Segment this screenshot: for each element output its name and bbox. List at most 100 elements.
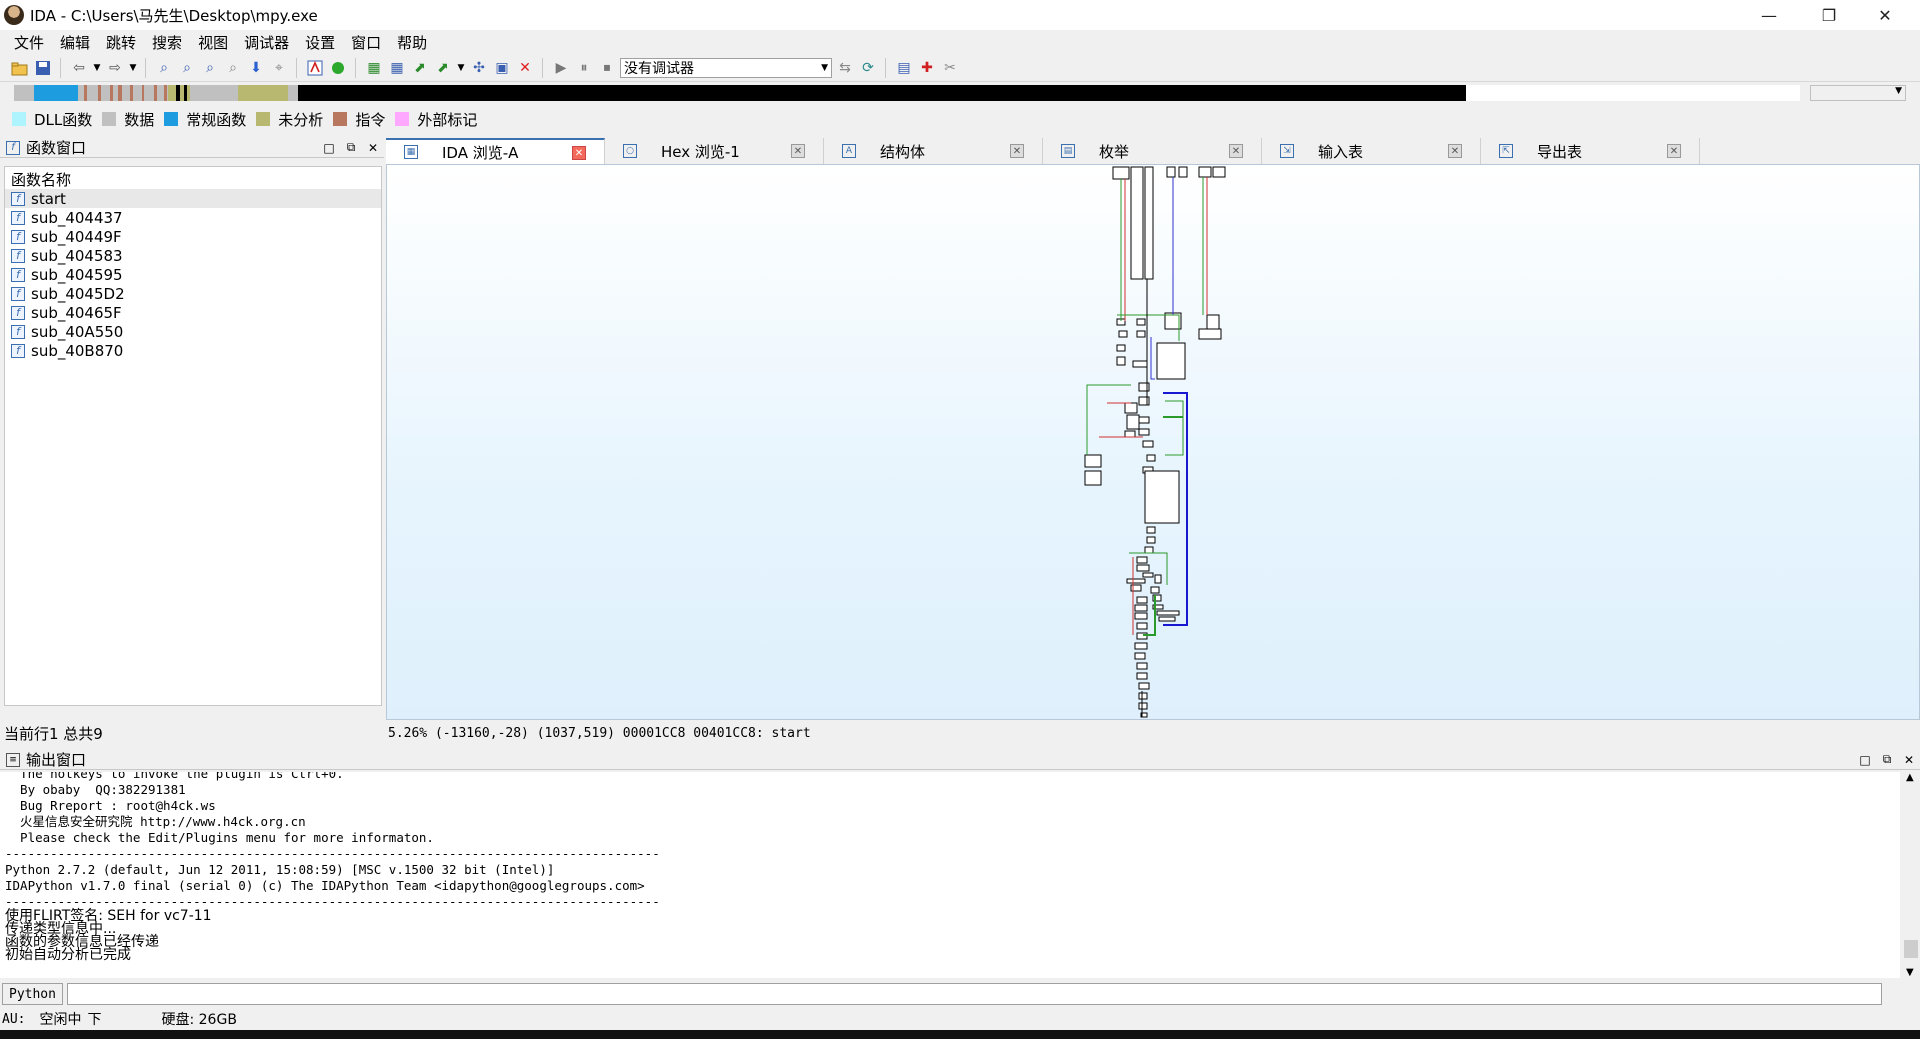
- chevron-down-icon[interactable]: ▼: [456, 58, 466, 78]
- menu-windows[interactable]: 窗口: [343, 32, 389, 53]
- search-immediate-icon[interactable]: ⌕: [200, 58, 220, 78]
- chevron-down-icon[interactable]: ▼: [92, 58, 102, 78]
- panel-maximize-icon[interactable]: □: [1854, 753, 1876, 767]
- python-command-input[interactable]: [66, 983, 1882, 1005]
- function-list-item[interactable]: f sub_404595: [5, 265, 381, 284]
- close-icon[interactable]: ✕: [791, 144, 805, 158]
- functions-column-header[interactable]: 函数名称: [5, 167, 381, 189]
- menu-search[interactable]: 搜索: [144, 32, 190, 53]
- close-icon[interactable]: ✕: [1229, 144, 1243, 158]
- menu-jump[interactable]: 跳转: [98, 32, 144, 53]
- function-list-item[interactable]: f sub_40465F: [5, 303, 381, 322]
- scroll-thumb[interactable]: [1904, 940, 1918, 958]
- scroll-up-icon[interactable]: ▲: [1906, 772, 1914, 783]
- function-name: sub_404595: [31, 265, 123, 284]
- close-icon[interactable]: ✕: [572, 146, 586, 160]
- close-icon[interactable]: ✕: [1667, 144, 1681, 158]
- menu-view[interactable]: 视图: [190, 32, 236, 53]
- panel-close-icon[interactable]: ✕: [362, 141, 384, 155]
- output-line: 火星信息安全研究院 http://www.h4ck.org.cn: [5, 814, 306, 829]
- search-binary-icon[interactable]: ⌕: [177, 58, 197, 78]
- open-icon[interactable]: [10, 58, 30, 78]
- enums-icon: ▤: [1061, 144, 1075, 158]
- menu-options[interactable]: 设置: [297, 32, 343, 53]
- green-circle-icon[interactable]: [328, 58, 348, 78]
- back-icon[interactable]: ⇦: [69, 58, 89, 78]
- navband-dropdown[interactable]: ▼: [1810, 85, 1906, 101]
- attach-icon[interactable]: ⇆: [835, 58, 855, 78]
- tools-icon[interactable]: ✂: [940, 58, 960, 78]
- graph-edge-icon[interactable]: ⬈: [410, 58, 430, 78]
- python-language-button[interactable]: Python: [2, 983, 63, 1005]
- ida-app-icon: [4, 5, 24, 25]
- jump-address-icon[interactable]: ⌖: [269, 58, 289, 78]
- function-list-item[interactable]: f sub_40449F: [5, 227, 381, 246]
- add-breakpoint-icon[interactable]: ✚: [917, 58, 937, 78]
- delete-icon[interactable]: ✕: [515, 58, 535, 78]
- menu-debugger[interactable]: 调试器: [236, 32, 297, 53]
- minimize-button[interactable]: —: [1746, 0, 1792, 30]
- functions-panel-title: 函数窗口: [26, 139, 87, 157]
- maximize-button[interactable]: ❐: [1806, 0, 1852, 30]
- graph-node-icon[interactable]: ▦: [387, 58, 407, 78]
- close-icon[interactable]: ✕: [1448, 144, 1462, 158]
- close-icon[interactable]: ✕: [1010, 144, 1024, 158]
- output-line: By obaby QQ:382291381: [5, 782, 186, 797]
- function-list-item[interactable]: f start: [5, 189, 381, 208]
- panel-float-icon[interactable]: ⧉: [340, 140, 362, 155]
- stop-icon[interactable]: ⏹: [597, 58, 617, 78]
- panel-close-icon[interactable]: ✕: [1898, 753, 1920, 767]
- function-name: sub_404437: [31, 208, 123, 227]
- navigation-band[interactable]: ▼: [0, 82, 1920, 104]
- search-text-icon[interactable]: ⌕: [154, 58, 174, 78]
- run-icon[interactable]: ▶: [551, 58, 571, 78]
- panel-float-icon[interactable]: ⧉: [1876, 752, 1898, 767]
- text-view-icon[interactable]: [305, 58, 325, 78]
- navigation-strip[interactable]: [14, 85, 1800, 101]
- output-line: Please check the Edit/Plugins menu for m…: [5, 830, 434, 845]
- forward-icon[interactable]: ⇨: [105, 58, 125, 78]
- function-list-item[interactable]: f sub_40A550: [5, 322, 381, 341]
- panel-maximize-icon[interactable]: □: [318, 141, 340, 155]
- search-next-icon[interactable]: ⌕: [223, 58, 243, 78]
- tab-structures[interactable]: A 结构体 ✕: [824, 138, 1043, 164]
- graph-add-icon[interactable]: ▦: [364, 58, 384, 78]
- python-command-bar: Python: [0, 982, 1920, 1006]
- functions-list[interactable]: 函数名称 f start f sub_404437 f sub_40449F f sub_40…: [4, 166, 382, 706]
- scroll-down-icon[interactable]: ▼: [1906, 967, 1914, 978]
- tab-ida-view-a[interactable]: ▦ IDA 浏览-A ✕: [386, 138, 605, 164]
- tab-hex-view-1[interactable]: ○ Hex 浏览-1 ✕: [605, 138, 824, 164]
- save-icon[interactable]: [33, 58, 53, 78]
- menu-edit[interactable]: 编辑: [52, 32, 98, 53]
- function-list-item[interactable]: f sub_4045D2: [5, 284, 381, 303]
- menu-help[interactable]: 帮助: [389, 32, 435, 53]
- control-flow-graph[interactable]: [387, 165, 1919, 719]
- menu-file[interactable]: 文件: [6, 32, 52, 53]
- tab-bar: ▦ IDA 浏览-A ✕ ○ Hex 浏览-1 ✕ A 结构体 ✕ ▤ 枚举 ✕…: [386, 138, 1920, 164]
- breakpoint-list-icon[interactable]: ▤: [894, 58, 914, 78]
- output-vertical-scrollbar[interactable]: ▲ ▼: [1902, 772, 1920, 978]
- function-list-item[interactable]: f sub_40B870: [5, 341, 381, 360]
- output-line: Bug Rreport : root@h4ck.ws: [5, 798, 216, 813]
- debugger-select[interactable]: 没有调试器 ▼: [620, 57, 832, 78]
- function-name: sub_40449F: [31, 227, 122, 246]
- export-graph-icon[interactable]: ▣: [492, 58, 512, 78]
- graph-view[interactable]: [386, 164, 1920, 720]
- chevron-down-icon[interactable]: ▼: [128, 58, 138, 78]
- pause-icon[interactable]: ⏸: [574, 58, 594, 78]
- functions-rows: f start f sub_404437 f sub_40449F f sub_404583 f…: [5, 189, 381, 360]
- close-button[interactable]: ✕: [1862, 0, 1908, 30]
- toolbar-separator: [145, 57, 151, 78]
- xref-icon[interactable]: ✣: [469, 58, 489, 78]
- jump-down-icon[interactable]: ⬇: [246, 58, 266, 78]
- function-list-item[interactable]: f sub_404583: [5, 246, 381, 265]
- tab-imports[interactable]: ⇲ 输入表 ✕: [1262, 138, 1481, 164]
- legend-swatch-external: [395, 112, 410, 126]
- graph-layout-icon[interactable]: ⬈: [433, 58, 453, 78]
- function-list-item[interactable]: f sub_404437: [5, 208, 381, 227]
- output-log[interactable]: The hotkeys to invoke the plugin is Ctrl…: [0, 772, 1900, 978]
- tab-exports[interactable]: ⇱ 导出表 ✕: [1481, 138, 1700, 164]
- tab-enums[interactable]: ▤ 枚举 ✕: [1043, 138, 1262, 164]
- refresh-icon[interactable]: ⟳: [858, 58, 878, 78]
- legend-swatch-data: [102, 112, 117, 126]
